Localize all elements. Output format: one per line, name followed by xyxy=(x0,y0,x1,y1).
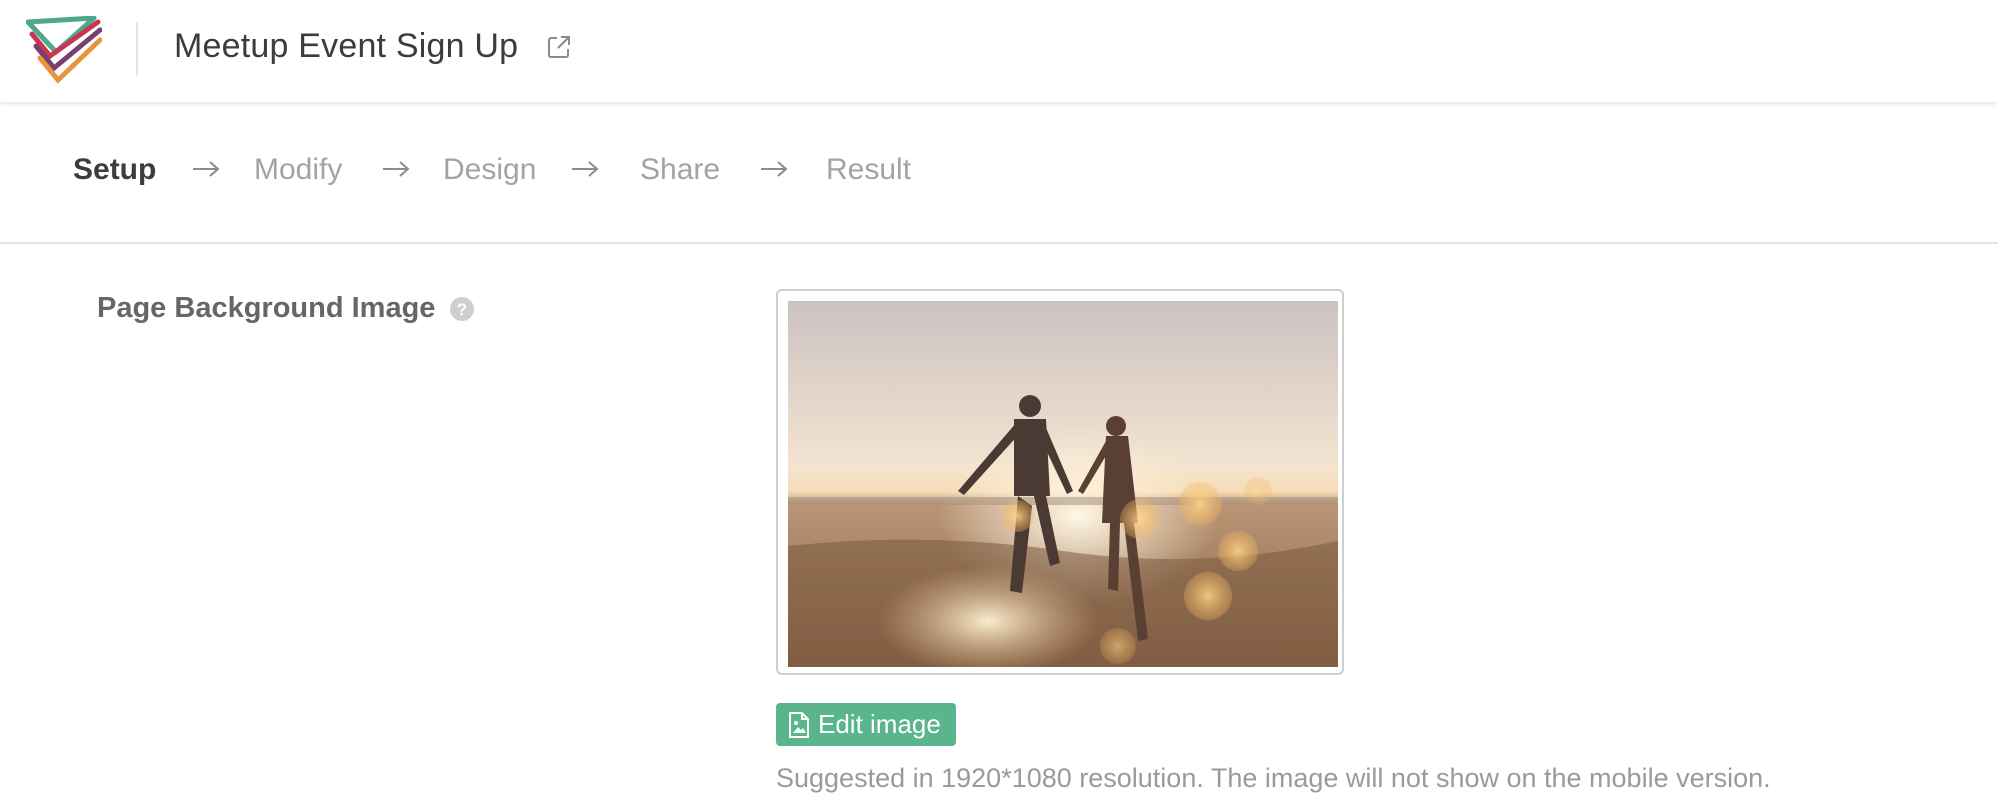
question-circle-icon[interactable]: ? xyxy=(449,296,475,322)
image-file-icon xyxy=(789,711,809,738)
top-header: Meetup Event Sign Up xyxy=(0,0,1998,102)
arrow-right-icon xyxy=(383,161,410,177)
header-divider xyxy=(136,22,138,76)
step-modify[interactable]: Modify xyxy=(254,153,342,187)
svg-text:?: ? xyxy=(457,300,467,319)
step-design[interactable]: Design xyxy=(443,153,536,187)
form-title: Meetup Event Sign Up xyxy=(174,27,519,65)
arrow-right-icon xyxy=(193,161,220,177)
step-setup[interactable]: Setup xyxy=(73,153,156,187)
app-logo-icon[interactable] xyxy=(26,16,102,84)
field-label: Page Background Image xyxy=(97,292,436,324)
wizard-steps: Setup Modify Design Share Result xyxy=(0,102,1998,244)
background-image-preview[interactable] xyxy=(776,289,1344,675)
step-result[interactable]: Result xyxy=(826,153,911,187)
resolution-hint: Suggested in 1920*1080 resolution. The i… xyxy=(776,763,1771,793)
arrow-right-icon xyxy=(572,161,599,177)
external-link-icon[interactable] xyxy=(546,34,572,60)
beach-couple-photo xyxy=(788,301,1338,667)
edit-image-button[interactable]: Edit image xyxy=(776,703,956,746)
edit-image-label: Edit image xyxy=(818,709,941,739)
arrow-right-icon xyxy=(761,161,788,177)
step-share[interactable]: Share xyxy=(640,153,720,187)
